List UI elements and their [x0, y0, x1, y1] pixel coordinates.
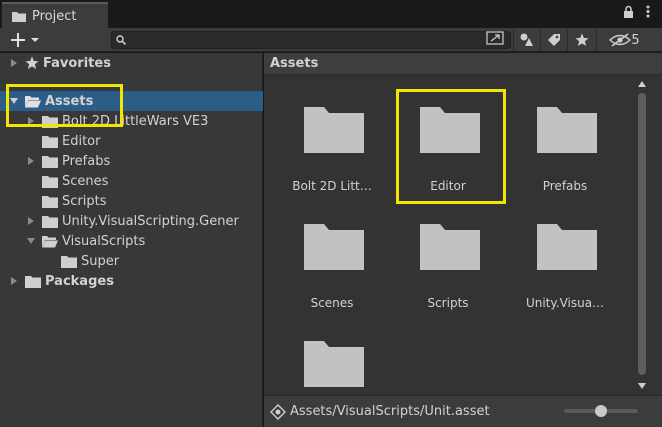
- folder-icon: [12, 11, 26, 22]
- folder-icon: [42, 175, 58, 188]
- tree-label: Prefabs: [62, 153, 111, 169]
- expand-arrow-icon[interactable]: [26, 156, 36, 166]
- plus-icon: [11, 33, 25, 47]
- tree-label: Unity.VisualScripting.Gener: [62, 213, 239, 229]
- tree-item-editor[interactable]: Editor: [0, 131, 263, 151]
- tree-item-visualscripts[interactable]: VisualScripts: [0, 231, 263, 251]
- folder-icon: [61, 255, 77, 268]
- folder-icon: [420, 224, 480, 270]
- zoom-slider[interactable]: [564, 405, 638, 417]
- tree-label: Scripts: [62, 193, 107, 209]
- folder-icon: [42, 195, 58, 208]
- folder-icon: [25, 275, 41, 288]
- hidden-count: 5: [631, 32, 640, 48]
- filter-by-label-button[interactable]: [540, 29, 566, 51]
- grid-item-scripts[interactable]: Scripts: [398, 222, 498, 332]
- folder-icon: [304, 341, 364, 387]
- folder-tree: Favorites Assets Bolt 2D LittleWars VE3 …: [0, 53, 263, 427]
- grid-item-bolt[interactable]: Bolt 2D Litt…: [282, 105, 382, 215]
- filter-by-type-button[interactable]: [513, 29, 539, 51]
- grid-item-editor[interactable]: Editor: [398, 105, 498, 215]
- eye-slash-icon: [609, 33, 632, 47]
- folder-icon: [42, 115, 58, 128]
- grid-item-label: Scenes: [310, 296, 354, 310]
- favorites-button[interactable]: [567, 29, 595, 51]
- tree-item-prefabs[interactable]: Prefabs: [0, 151, 263, 171]
- collapse-arrow-icon[interactable]: [9, 96, 19, 106]
- grid-item-visualscripts[interactable]: [282, 339, 382, 391]
- breadcrumb-assets[interactable]: Assets: [270, 56, 318, 71]
- scroll-down-icon[interactable]: [636, 381, 648, 391]
- collapse-arrow-icon[interactable]: [26, 236, 36, 246]
- tree-item-packages[interactable]: Packages: [0, 271, 263, 291]
- selected-asset-path: Assets/VisualScripts/Unit.asset: [290, 404, 490, 419]
- star-icon: [25, 56, 39, 69]
- breadcrumb: Assets: [264, 53, 662, 75]
- grid-item-label: Bolt 2D Litt…: [292, 179, 372, 193]
- asset-browser: Assets Bolt 2D Litt… Editor Prefabs Scen…: [264, 53, 662, 427]
- expand-arrow-icon[interactable]: [26, 116, 36, 126]
- tree-label: Favorites: [43, 55, 111, 71]
- grid-item-label: Unity.Visua…: [525, 296, 605, 310]
- folder-icon: [537, 107, 597, 153]
- tree-label: Bolt 2D LittleWars VE3: [62, 113, 209, 129]
- tree-item-unity-visualscripting[interactable]: Unity.VisualScripting.Gener: [0, 211, 263, 231]
- tree-item-super[interactable]: Super: [0, 251, 263, 271]
- tree-item-assets[interactable]: Assets: [0, 91, 263, 111]
- status-bar: Assets/VisualScripts/Unit.asset: [264, 395, 662, 427]
- folder-icon: [42, 155, 58, 168]
- tree-label: Super: [81, 253, 120, 269]
- search-mode-icon[interactable]: [486, 31, 504, 45]
- lock-icon[interactable]: [623, 5, 634, 18]
- search-icon: [116, 35, 126, 45]
- tree-item-favorites[interactable]: Favorites: [0, 53, 263, 73]
- more-options-icon[interactable]: [646, 5, 650, 18]
- grid-item-label: Editor: [430, 179, 466, 193]
- tree-label: Packages: [45, 273, 114, 289]
- tree-label: VisualScripts: [62, 233, 146, 249]
- vertical-scrollbar[interactable]: [636, 79, 648, 395]
- chevron-down-icon: [31, 38, 39, 42]
- grid-item-unity-visualscripting[interactable]: Unity.Visua…: [515, 222, 615, 332]
- tab-strip: Project: [0, 0, 662, 28]
- expand-arrow-icon[interactable]: [9, 276, 19, 286]
- tree-label: Scenes: [62, 173, 109, 189]
- shapes-icon: [520, 33, 533, 46]
- folder-icon: [304, 107, 364, 153]
- tree-label: Editor: [62, 133, 101, 149]
- open-folder-icon: [25, 95, 41, 107]
- expand-arrow-icon[interactable]: [26, 216, 36, 226]
- search-input[interactable]: [130, 32, 490, 48]
- grid-item-scenes[interactable]: Scenes: [282, 222, 382, 332]
- grid-item-label: Scripts: [427, 296, 469, 310]
- folder-icon: [42, 135, 58, 148]
- tag-icon: [547, 34, 560, 46]
- open-folder-icon: [42, 235, 58, 247]
- tree-label: Assets: [45, 93, 94, 109]
- tab-project[interactable]: Project: [2, 2, 108, 28]
- folder-icon: [420, 107, 480, 153]
- tree-item-bolt[interactable]: Bolt 2D LittleWars VE3: [0, 111, 263, 131]
- folder-icon: [304, 224, 364, 270]
- scriptable-object-icon: [270, 403, 286, 420]
- tree-item-scripts[interactable]: Scripts: [0, 191, 263, 211]
- tab-title: Project: [32, 8, 77, 24]
- create-button[interactable]: [10, 29, 46, 51]
- search-field[interactable]: [111, 31, 511, 49]
- scrollbar-thumb[interactable]: [638, 93, 646, 375]
- zoom-slider-thumb[interactable]: [595, 405, 607, 417]
- folder-icon: [537, 224, 597, 270]
- scroll-up-icon[interactable]: [636, 79, 648, 89]
- star-icon: [575, 33, 588, 46]
- grid-item-label: Prefabs: [542, 179, 588, 193]
- folder-icon: [42, 215, 58, 228]
- toolbar: 5: [0, 28, 662, 52]
- expand-arrow-icon[interactable]: [9, 58, 19, 68]
- grid-item-prefabs[interactable]: Prefabs: [515, 105, 615, 215]
- tree-item-scenes[interactable]: Scenes: [0, 171, 263, 191]
- hidden-packages-button[interactable]: 5: [596, 29, 652, 51]
